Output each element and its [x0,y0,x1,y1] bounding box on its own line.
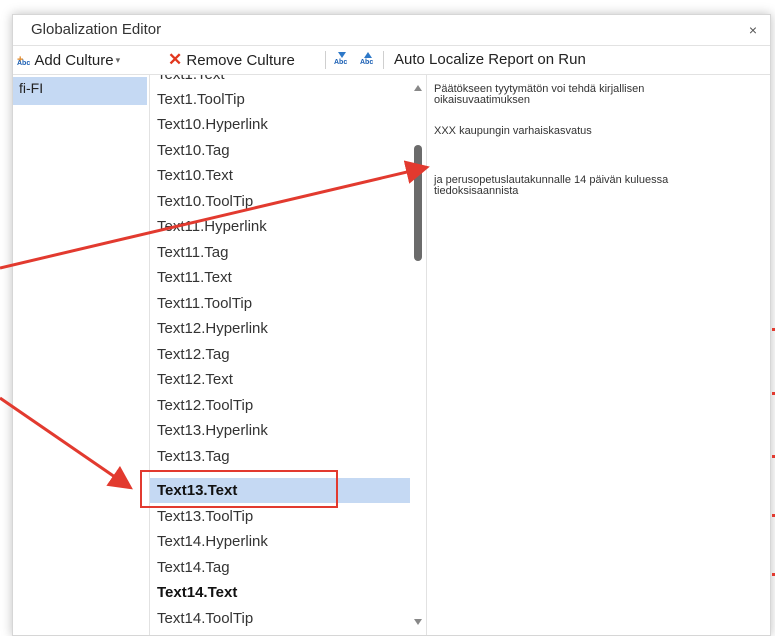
arrow-to-selected-key [0,396,133,490]
arrow-to-text-value [0,160,430,270]
annotation-arrows [0,160,430,490]
